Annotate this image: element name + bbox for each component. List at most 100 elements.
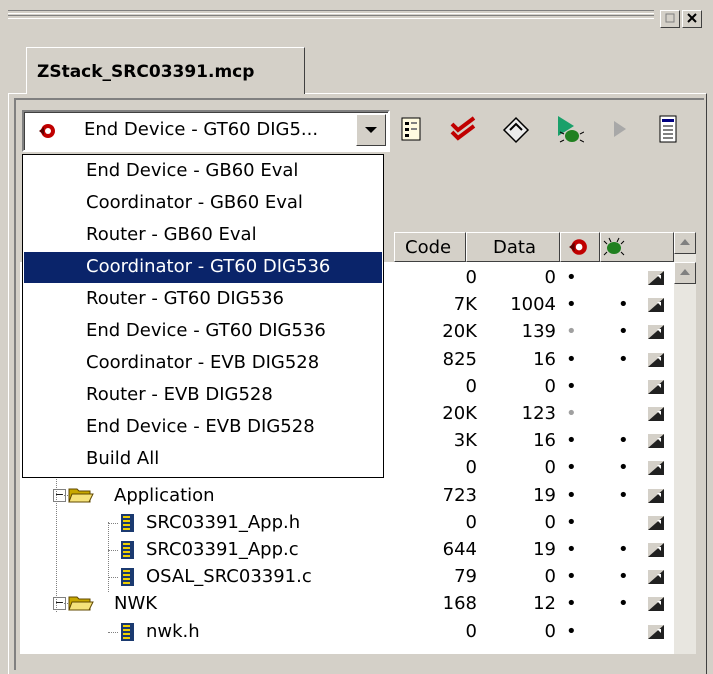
data-cell: 139 (521, 321, 556, 343)
bug-icon (603, 237, 625, 256)
include-check-icon[interactable] (648, 407, 664, 421)
target-option[interactable]: Coordinator - EVB DIG528 (24, 348, 382, 379)
target-option-label: Coordinator - GB60 Eval (86, 192, 303, 213)
data-cell: 0 (544, 267, 556, 288)
dot1-cell: • (566, 321, 577, 343)
target-option[interactable]: End Device - GT60 DIG536 (24, 316, 382, 347)
target-option[interactable]: Build All (24, 444, 382, 475)
data-cell: 123 (521, 403, 556, 424)
include-check-icon[interactable] (648, 515, 664, 530)
code-cell: 0 (465, 267, 477, 288)
target-option[interactable]: Router - EVB DIG528 (24, 380, 382, 411)
dot2-cell: • (618, 294, 629, 316)
include-check-icon[interactable] (648, 461, 664, 476)
include-check-icon[interactable] (648, 543, 664, 557)
table-row[interactable]: − Application 723 19 • • (20, 483, 674, 510)
table-row[interactable]: OSAL_SRC03391.c 79 0 • • (20, 564, 674, 591)
table-row[interactable]: SRC03391_App.c 644 19 • • (20, 537, 674, 564)
tab-project[interactable]: ZStack_SRC03391.mcp (26, 47, 305, 94)
column-header-debug[interactable] (600, 232, 674, 262)
scroll-up-button[interactable] (674, 262, 696, 284)
code-cell: 79 (454, 566, 477, 588)
project-inspector-icon[interactable] (652, 112, 684, 146)
include-check-icon[interactable] (648, 624, 664, 639)
target-option-label: End Device - GB60 Eval (86, 160, 299, 181)
code-cell: 644 (442, 539, 477, 560)
target-option[interactable]: End Device - GB60 Eval (24, 156, 382, 187)
dot2-cell: • (618, 457, 629, 479)
code-cell: 0 (465, 457, 477, 479)
column-header-data[interactable]: Data (466, 232, 560, 262)
data-cell: 0 (544, 566, 556, 588)
include-check-icon[interactable] (648, 488, 664, 503)
column-header-code[interactable]: Code (394, 232, 466, 262)
include-check-icon[interactable] (648, 298, 664, 313)
vertical-scrollbar[interactable] (674, 232, 696, 654)
dot2-cell: • (618, 593, 629, 615)
scroll-header-button[interactable] (674, 232, 696, 254)
include-check-icon[interactable] (648, 352, 664, 367)
target-option[interactable]: Coordinator - GT60 DIG536 (24, 252, 382, 283)
target-option[interactable]: Router - GT60 DIG536 (24, 284, 382, 315)
settings-icon[interactable] (396, 112, 428, 146)
target-option-label: End Device - EVB DIG528 (86, 416, 315, 437)
close-button[interactable] (682, 10, 702, 28)
data-cell: 0 (544, 457, 556, 479)
include-check-icon[interactable] (648, 434, 664, 449)
target-select[interactable]: End Device - GT60 DIG5... (22, 110, 390, 152)
data-cell: 16 (533, 430, 556, 452)
target-option[interactable]: Router - GB60 Eval (24, 220, 382, 251)
source-file-icon (121, 568, 134, 587)
restore-button[interactable] (660, 10, 680, 28)
include-check-icon[interactable] (648, 597, 664, 612)
dot1-cell: • (566, 457, 577, 479)
data-cell: 0 (544, 511, 556, 533)
data-cell: 16 (533, 348, 556, 370)
restore-icon (665, 13, 675, 23)
include-check-icon[interactable] (648, 570, 664, 585)
column-header-target[interactable] (560, 232, 600, 262)
dot1-cell: • (566, 430, 577, 452)
target-option-label: Router - GT60 DIG536 (86, 288, 284, 309)
table-row[interactable]: SRC03391_App.h 0 0 • (20, 510, 674, 537)
column-header-data-label: Data (493, 237, 536, 258)
dot1-cell: • (566, 267, 577, 288)
data-cell: 19 (533, 484, 556, 506)
data-cell: 1004 (510, 294, 556, 316)
include-check-icon[interactable] (648, 379, 664, 394)
tree-item-name: Application (114, 484, 215, 506)
dot1-cell: • (566, 375, 577, 397)
data-cell: 0 (544, 620, 556, 642)
code-cell: 3K (453, 430, 477, 452)
run-icon[interactable] (604, 112, 636, 146)
data-cell: 12 (533, 593, 556, 615)
dot1-cell: • (566, 566, 577, 588)
table-row[interactable]: − NWK 168 12 • • (20, 591, 674, 618)
dot1-cell: • (566, 294, 577, 316)
tree-item-name: OSAL_SRC03391.c (146, 566, 312, 588)
table-row[interactable]: nwk.h 0 0 • (20, 619, 674, 646)
code-cell: 0 (465, 375, 477, 397)
include-check-icon[interactable] (648, 325, 664, 340)
dot1-cell: • (566, 403, 577, 424)
tree-item-name: NWK (114, 593, 158, 615)
code-cell: 0 (465, 620, 477, 642)
target-dropdown-list[interactable]: End Device - GB60 Eval Coordinator - GB60… (22, 154, 384, 478)
toolbar-grip[interactable] (8, 8, 654, 24)
folder-open-icon (68, 488, 94, 503)
column-header-code-label: Code (405, 237, 452, 258)
synchronize-icon[interactable] (448, 112, 480, 146)
target-option[interactable]: End Device - EVB DIG528 (24, 412, 382, 443)
source-file-icon (121, 541, 134, 559)
target-option[interactable]: Coordinator - GB60 Eval (24, 188, 382, 219)
make-icon[interactable] (500, 112, 532, 146)
chevron-down-icon[interactable] (356, 114, 386, 146)
dot1-cell: • (566, 539, 577, 560)
target-option-label: Router - GB60 Eval (86, 224, 257, 245)
debug-icon[interactable] (552, 112, 584, 146)
target-option-label: End Device - GT60 DIG536 (86, 320, 326, 341)
dot2-cell: • (618, 430, 629, 452)
tab-project-label: ZStack_SRC03391.mcp (37, 62, 255, 82)
source-file-icon (121, 622, 134, 641)
include-check-icon[interactable] (648, 271, 664, 285)
